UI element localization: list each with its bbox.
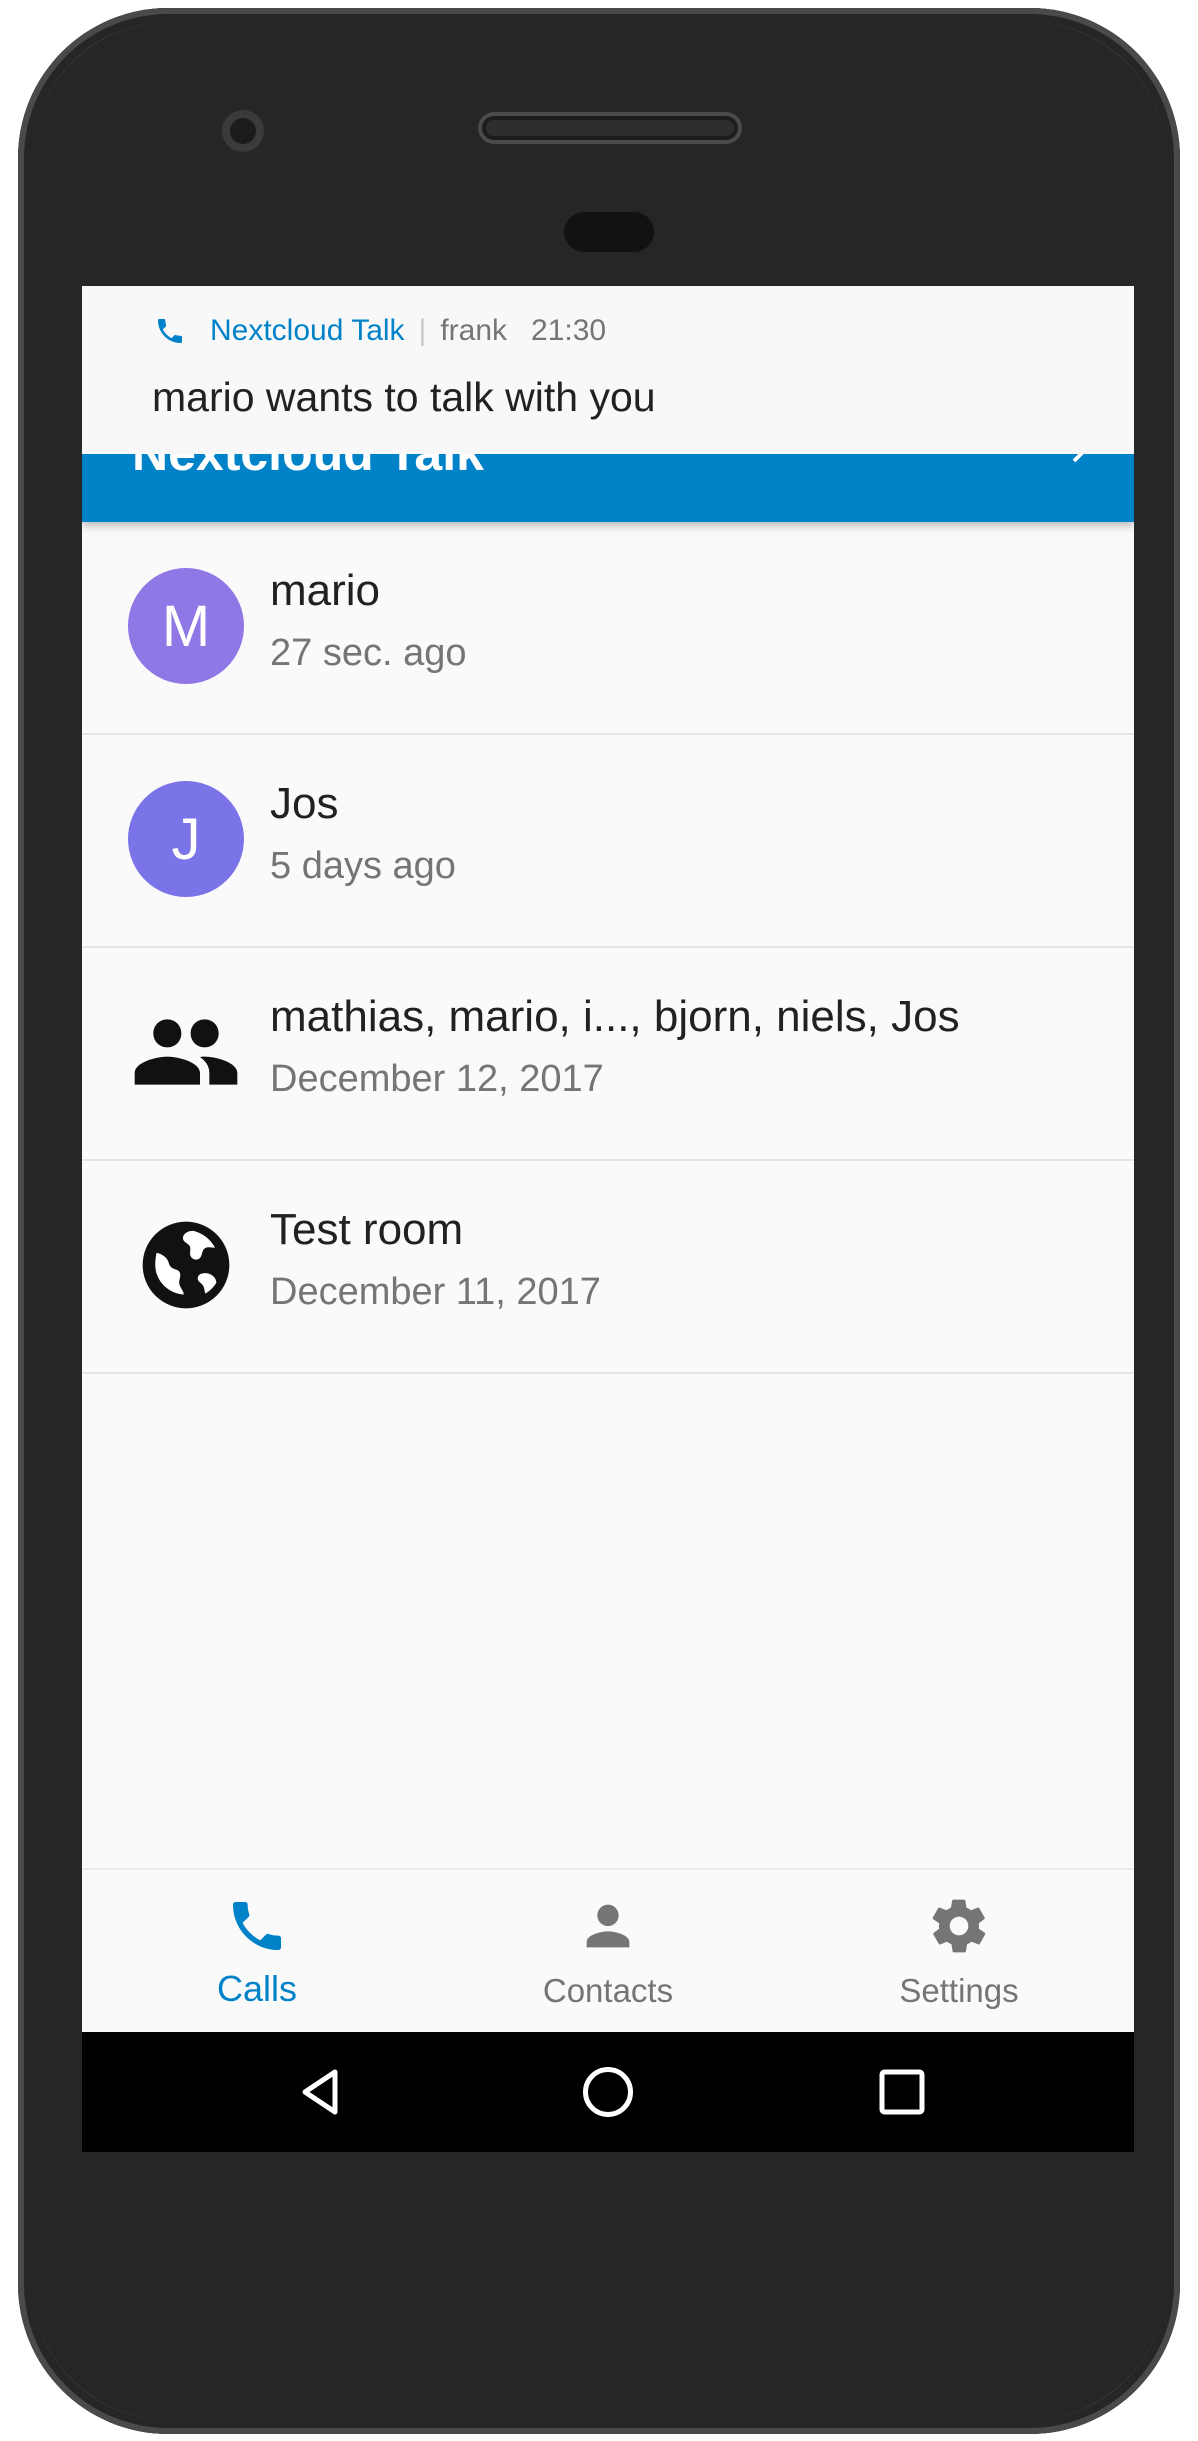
notification-message: mario wants to talk with you <box>152 374 656 420</box>
system-navigation-bar <box>82 2032 1134 2152</box>
phone-icon <box>233 1902 281 1950</box>
avatar-initial: M <box>161 593 211 659</box>
earpiece-speaker <box>478 112 742 144</box>
conversation-row-jos[interactable]: J Jos 5 days ago <box>82 735 1134 948</box>
conversation-title: Test room <box>270 1205 464 1254</box>
notification-separator: | <box>418 314 427 347</box>
proximity-sensor <box>564 212 654 252</box>
incoming-call-notification[interactable]: Nextcloud Talk | frank 21:30 mario wants… <box>82 286 1134 454</box>
app-bar: Nextcloud Talk <box>82 454 1134 522</box>
conversation-list: M mario 27 sec. ago J Jos 5 days ago mat… <box>82 522 1134 1374</box>
conversation-title: mathias, mario, i..., bjorn, niels, Jos <box>270 992 960 1041</box>
avatar: M <box>128 568 244 684</box>
bottom-navigation: Calls Contacts Settings <box>82 1868 1134 2032</box>
tab-contacts[interactable]: Contacts <box>433 1870 783 2034</box>
conversation-timestamp: 5 days ago <box>270 845 456 887</box>
phone-icon <box>158 319 182 343</box>
front-camera <box>222 110 264 152</box>
tab-contacts-label: Contacts <box>542 1972 674 2009</box>
notification-time: 21:30 <box>531 314 607 347</box>
conversation-timestamp: 27 sec. ago <box>270 632 467 674</box>
back-icon[interactable] <box>290 2062 350 2122</box>
conversation-row-group[interactable]: mathias, mario, i..., bjorn, niels, Jos … <box>82 948 1134 1161</box>
globe-icon <box>128 1207 244 1323</box>
conversation-timestamp: December 12, 2017 <box>270 1058 604 1100</box>
notification-user: frank <box>440 314 508 347</box>
conversation-timestamp: December 11, 2017 <box>270 1271 601 1313</box>
tab-settings[interactable]: Settings <box>784 1870 1134 2034</box>
notification-header: Nextcloud Talk | frank 21:30 <box>154 314 606 348</box>
group-icon <box>128 994 244 1110</box>
person-icon <box>586 1904 630 1948</box>
recents-icon[interactable] <box>872 2062 932 2122</box>
conversation-row-mario[interactable]: M mario 27 sec. ago <box>82 522 1134 735</box>
gear-icon <box>932 1899 986 1953</box>
tab-calls[interactable]: Calls <box>82 1870 432 2034</box>
screen: Nextcloud Talk | frank 21:30 mario wants… <box>82 286 1134 2152</box>
avatar-initial: J <box>171 806 201 872</box>
conversation-title: Jos <box>270 779 339 828</box>
conversation-row-test-room[interactable]: Test room December 11, 2017 <box>82 1161 1134 1374</box>
notification-app-name: Nextcloud Talk <box>210 314 405 347</box>
tab-settings-label: Settings <box>899 1972 1019 2009</box>
home-icon[interactable] <box>578 2062 638 2122</box>
avatar: J <box>128 781 244 897</box>
chevron-icon[interactable] <box>1064 454 1094 476</box>
conversation-title: mario <box>270 566 381 615</box>
app-title: Nextcloud Talk <box>132 454 484 482</box>
tab-calls-label: Calls <box>216 1968 297 2009</box>
